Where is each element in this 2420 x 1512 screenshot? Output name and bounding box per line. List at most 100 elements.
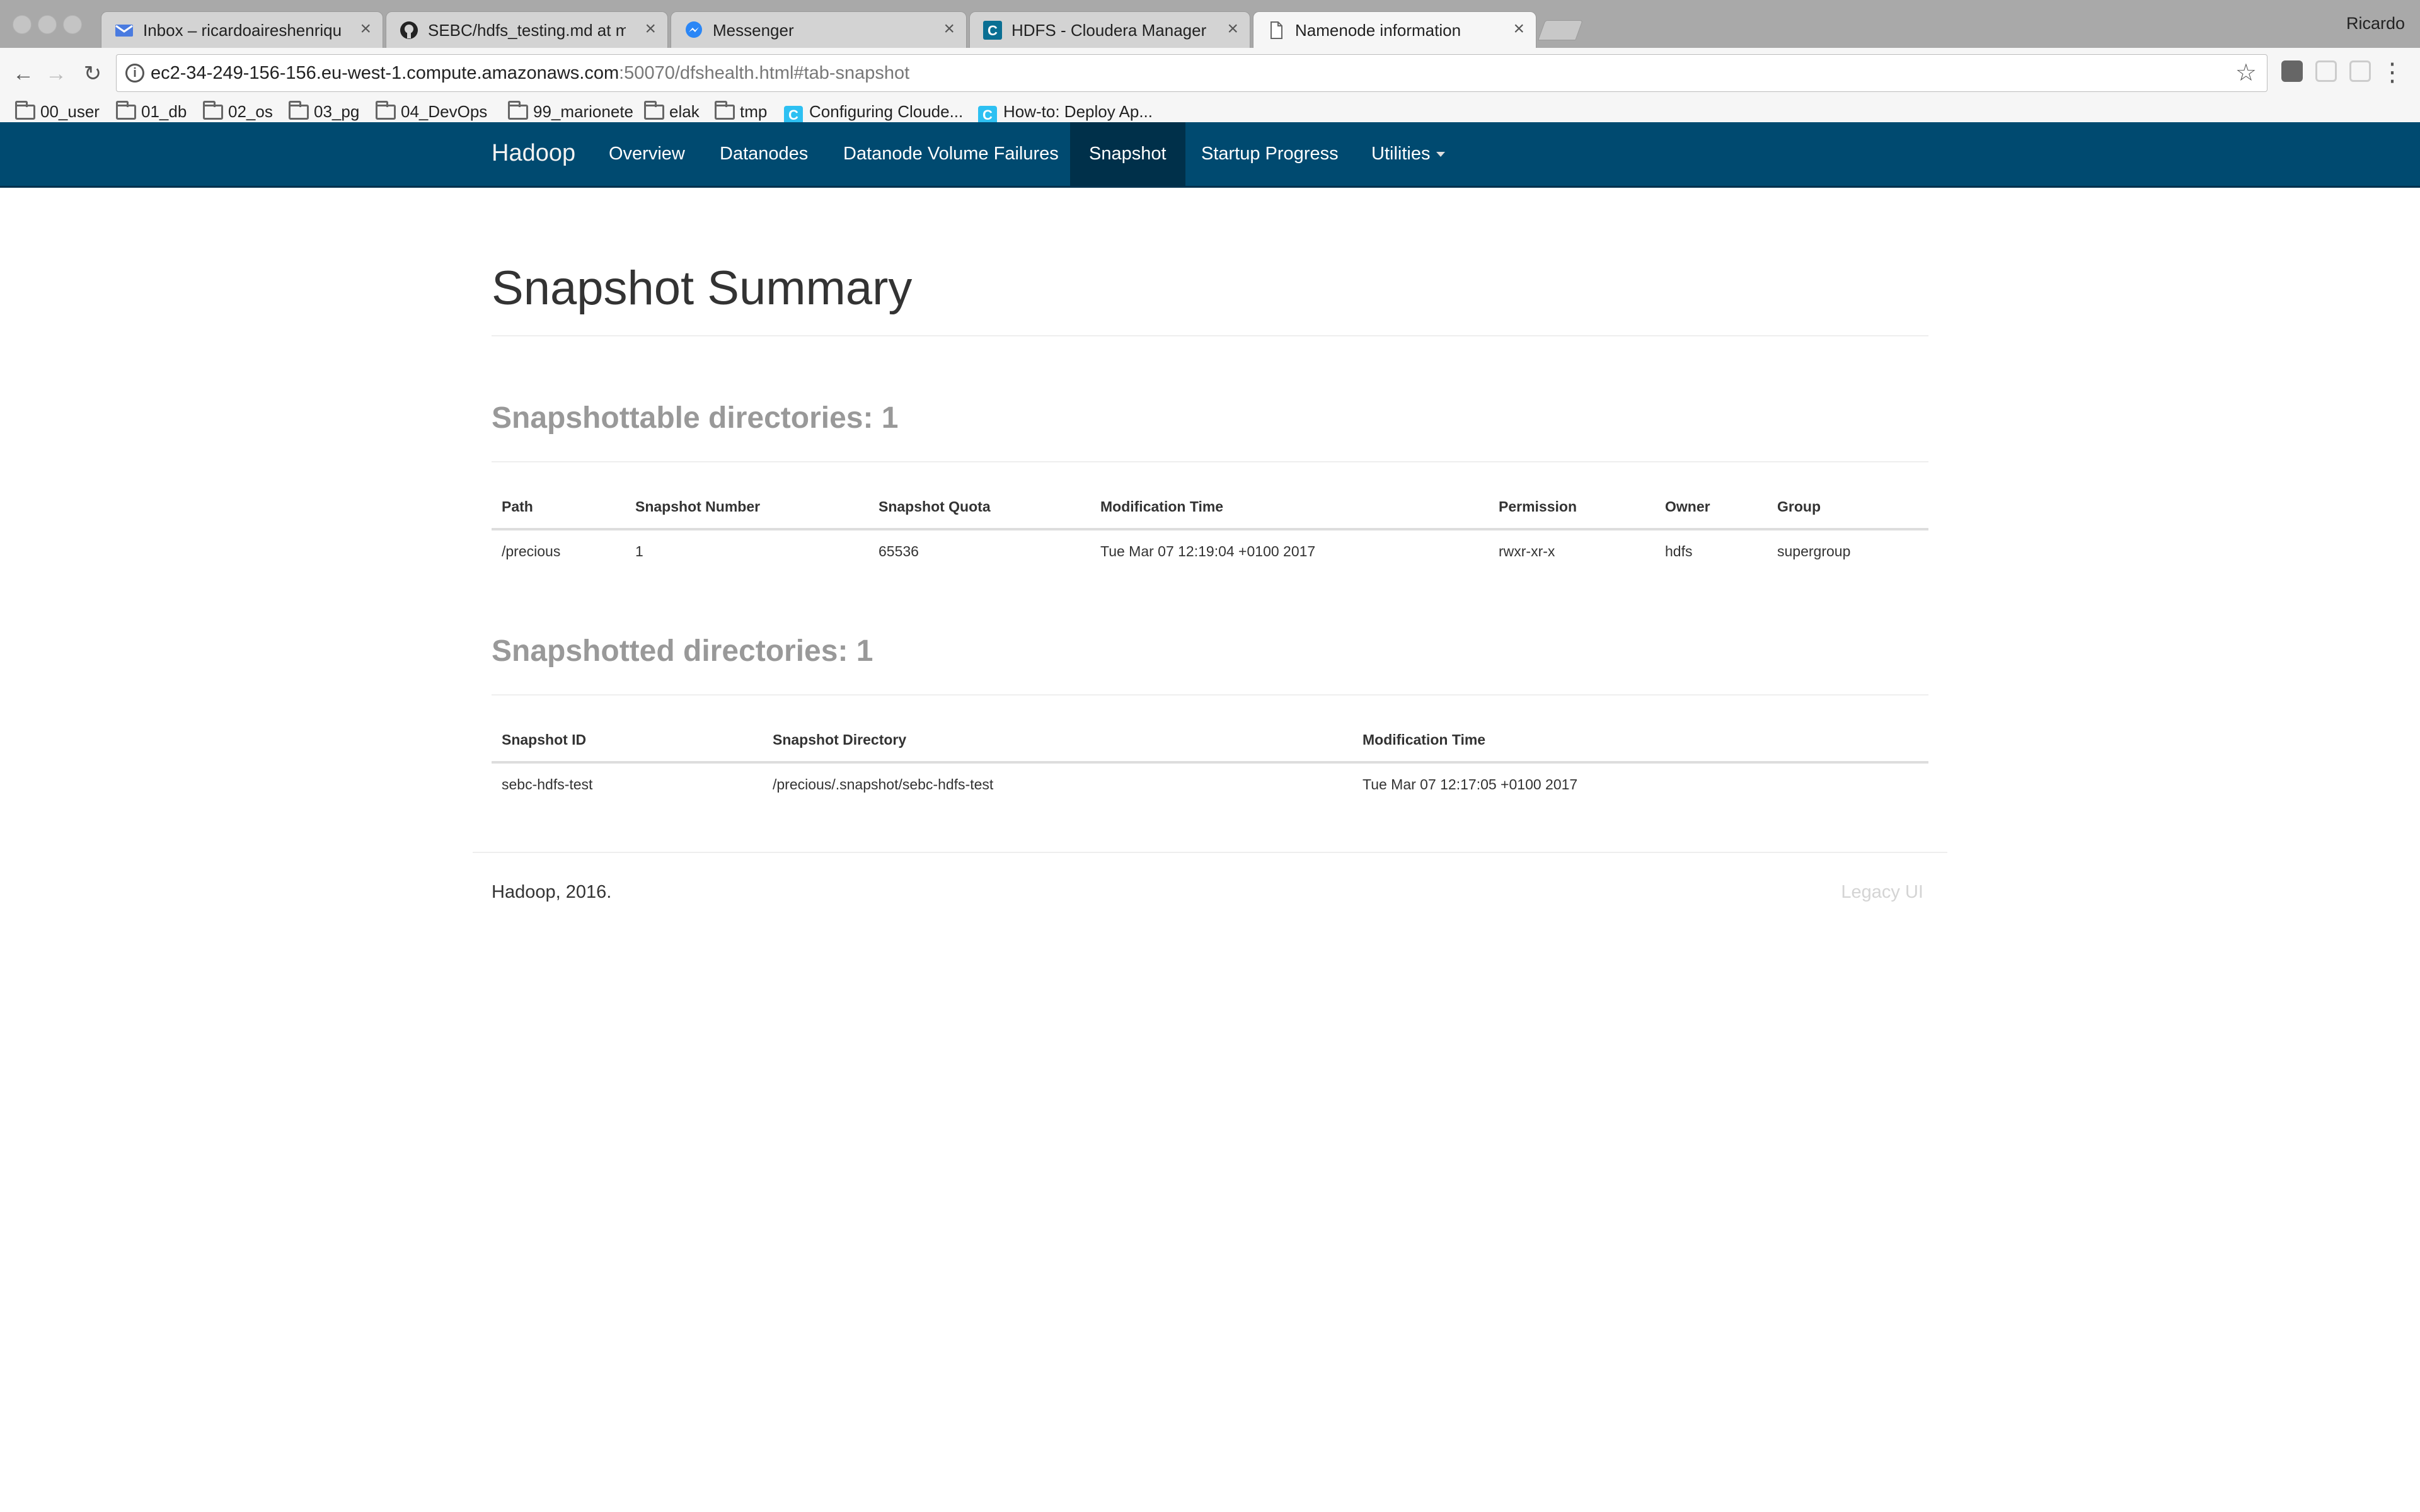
hadoop-navbar: Hadoop Overview Datanodes Datanode Volum… — [0, 122, 2420, 188]
tab-title: Namenode information — [1295, 21, 1461, 40]
close-icon[interactable]: × — [1513, 18, 1524, 40]
caret-down-icon — [1436, 152, 1446, 157]
new-tab-button[interactable] — [1538, 20, 1583, 40]
column-header: Snapshot Quota — [868, 485, 1090, 530]
folder-icon — [116, 101, 136, 120]
column-header: Modification Time — [1352, 718, 1928, 764]
table-cell: Tue Mar 07 12:19:04 +0100 2017 — [1100, 542, 1316, 559]
snapshottable-table: Path Snapshot Number Snapshot Quota Modi… — [492, 485, 1928, 572]
tab-title: HDFS - Cloudera Manager — [1011, 21, 1207, 40]
table-row: sebc-hdfs-test /precious/.snapshot/sebc-… — [492, 762, 1928, 805]
nav-overview[interactable]: Overview — [590, 122, 704, 186]
column-header: Path — [492, 485, 625, 530]
bookmark-folder[interactable]: 00_user — [15, 101, 100, 125]
navbar-brand[interactable]: Hadoop — [492, 140, 575, 167]
page-icon — [1270, 21, 1282, 39]
folder-icon — [715, 101, 735, 120]
folder-icon — [376, 101, 396, 120]
legacy-ui-link[interactable]: Legacy UI — [1841, 882, 1923, 903]
bookmark-label: tmp — [740, 102, 768, 121]
url-host: ec2-34-249-156-156.eu-west-1.compute.ama… — [151, 63, 619, 83]
extension-icon[interactable] — [2315, 60, 2337, 82]
info-icon[interactable]: i — [125, 64, 144, 83]
bookmark-label: 04_DevOps — [401, 102, 488, 121]
footer-copyright: Hadoop, 2016. — [492, 882, 612, 902]
reload-icon[interactable]: ↻ — [77, 57, 108, 91]
table-cell: 1 — [635, 542, 643, 559]
bookmark-label: Configuring Cloude... — [809, 102, 964, 121]
bookmark-folder[interactable]: 03_pg — [289, 101, 360, 125]
window-zoom-button[interactable] — [63, 15, 82, 34]
browser-tab-active[interactable]: Namenode information × — [1253, 11, 1536, 49]
folder-icon — [15, 101, 35, 120]
table-header-row: Snapshot ID Snapshot Directory Modificat… — [492, 718, 1928, 764]
nav-startup-progress[interactable]: Startup Progress — [1182, 122, 1357, 186]
table-cell: 65536 — [879, 542, 919, 559]
column-header: Snapshot Number — [625, 485, 868, 530]
folder-icon — [508, 101, 528, 120]
table-header-row: Path Snapshot Number Snapshot Quota Modi… — [492, 485, 1928, 530]
table-cell: sebc-hdfs-test — [502, 776, 593, 793]
github-icon — [400, 21, 418, 39]
window-close-button[interactable] — [13, 15, 32, 34]
bookmark-folder[interactable]: 04_DevOps — [376, 101, 488, 125]
section-divider — [492, 461, 1928, 462]
column-header: Permission — [1489, 485, 1655, 530]
url-path: :50070/dfshealth.html#tab-snapshot — [619, 63, 910, 83]
bookmark-folder[interactable]: tmp — [715, 101, 768, 125]
close-icon[interactable]: × — [360, 18, 371, 40]
footer-divider — [473, 852, 1947, 853]
tab-title: Inbox – ricardoaireshenriques@ — [143, 21, 341, 40]
column-header: Modification Time — [1090, 485, 1489, 530]
extension-icon[interactable] — [2281, 60, 2303, 82]
profile-name[interactable]: Ricardo — [2346, 14, 2405, 33]
table-cell: /precious — [502, 542, 561, 559]
bookmark-label: 99_marionete — [533, 102, 633, 121]
nav-utilities[interactable]: Utilities — [1352, 122, 1464, 186]
column-header: Group — [1767, 485, 1928, 530]
nav-datanodes[interactable]: Datanodes — [701, 122, 827, 186]
snapshottable-heading: Snapshottable directories: 1 — [492, 401, 899, 435]
table-cell: hdfs — [1665, 542, 1693, 559]
folder-icon — [203, 101, 223, 120]
column-header: Snapshot Directory — [763, 718, 1352, 764]
bookmark-folder[interactable]: elak — [644, 101, 700, 125]
browser-tab[interactable]: Messenger × — [671, 11, 967, 48]
table-cell: supergroup — [1777, 542, 1851, 559]
bookmark-star-icon[interactable]: ☆ — [2235, 59, 2257, 87]
bookmark-label: 01_db — [141, 102, 187, 121]
bookmark-link[interactable]: C How-to: Deploy Ap... — [978, 102, 1153, 125]
column-header: Owner — [1655, 485, 1767, 530]
window-minimize-button[interactable] — [38, 15, 57, 34]
bookmark-folder[interactable]: 99_marionete — [508, 101, 633, 125]
section-divider — [492, 694, 1928, 696]
cloudera-icon: C — [983, 21, 1002, 40]
back-icon[interactable]: ← — [8, 57, 39, 91]
tab-title: Messenger — [713, 21, 794, 40]
table-cell: /precious/.snapshot/sebc-hdfs-test — [773, 776, 994, 793]
close-icon[interactable]: × — [943, 18, 955, 40]
bookmark-link[interactable]: C Configuring Cloude... — [784, 102, 963, 125]
close-icon[interactable]: × — [1227, 18, 1238, 40]
bookmark-folder[interactable]: 01_db — [116, 101, 187, 125]
browser-tab[interactable]: Inbox – ricardoaireshenriques@ × — [101, 11, 383, 48]
nav-snapshot[interactable]: Snapshot — [1070, 122, 1185, 186]
mail-icon — [115, 25, 133, 37]
bookmark-label: 02_os — [228, 102, 273, 121]
browser-tab[interactable]: SEBC/hdfs_testing.md at mast × — [386, 11, 668, 48]
forward-icon[interactable]: → — [40, 57, 72, 91]
tab-title: SEBC/hdfs_testing.md at mast — [428, 21, 626, 40]
bookmark-label: 03_pg — [314, 102, 360, 121]
messenger-icon — [686, 21, 702, 38]
extension-icon[interactable] — [2349, 60, 2371, 82]
table-row: /precious 1 65536 Tue Mar 07 12:19:04 +0… — [492, 529, 1928, 572]
snapshotted-table: Snapshot ID Snapshot Directory Modificat… — [492, 718, 1928, 805]
bookmark-folder[interactable]: 02_os — [203, 101, 273, 125]
nav-datanode-volume-failures[interactable]: Datanode Volume Failures — [824, 122, 1078, 186]
svg-text:C: C — [988, 23, 998, 38]
browser-tab[interactable]: C HDFS - Cloudera Manager × — [969, 11, 1250, 48]
address-bar[interactable]: i ec2-34-249-156-156.eu-west-1.compute.a… — [116, 54, 2267, 92]
close-icon[interactable]: × — [645, 18, 656, 40]
bookmark-label: 00_user — [40, 102, 100, 121]
browser-menu-icon[interactable]: ⋮ — [2380, 55, 2405, 89]
